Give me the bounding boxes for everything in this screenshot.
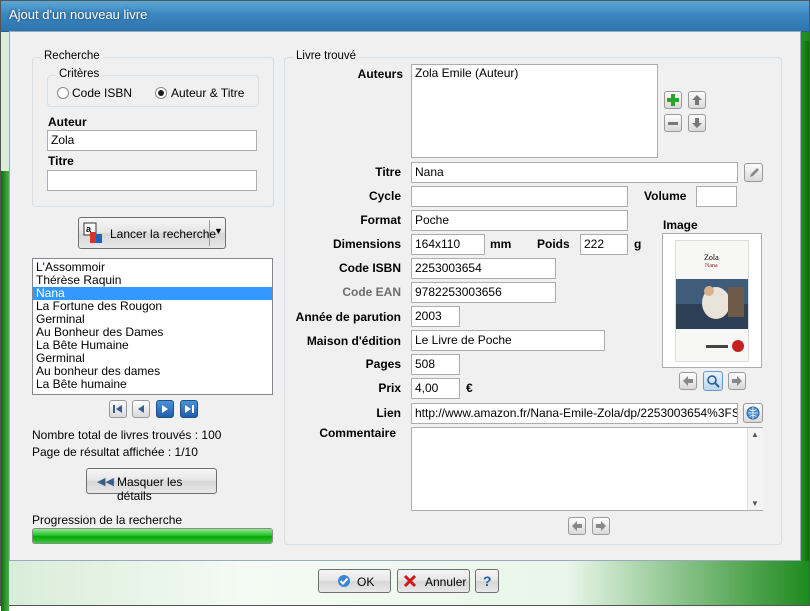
window-title: Ajout d'un nouveau livre: [9, 7, 148, 22]
next-page-icon[interactable]: [156, 400, 174, 418]
double-arrow-left-icon: ◀◀: [97, 476, 114, 488]
search-author-input[interactable]: Zola: [47, 130, 257, 151]
cancel-label: Annuler: [425, 575, 467, 589]
pages-label: Pages: [365, 357, 401, 371]
author-title-radio[interactable]: [155, 87, 167, 99]
link-label: Lien: [376, 406, 401, 420]
dimensions-input[interactable]: 164x110: [411, 234, 485, 255]
price-input[interactable]: 4,00: [411, 378, 460, 399]
move-author-down-icon[interactable]: [688, 114, 706, 132]
comment-label: Commentaire: [319, 426, 396, 440]
page-indicator-text: Page de résultat affichée : 1/10: [32, 445, 198, 459]
amazon-search-icon: a: [83, 222, 103, 244]
results-list[interactable]: L'Assommoir Thérèse Raquin Nana La Fortune …: [32, 258, 273, 395]
volume-label: Volume: [644, 189, 687, 203]
format-label: Format: [360, 213, 401, 227]
author-list-item[interactable]: Zola Emile (Auteur): [412, 67, 657, 80]
scroll-up-icon[interactable]: ▲: [751, 430, 759, 439]
hide-details-button[interactable]: ◀◀ Masquer les détails: [86, 468, 217, 503]
isbn-radio-label[interactable]: Code ISBN: [72, 86, 132, 100]
price-label: Prix: [378, 381, 401, 395]
year-label: Année de parution: [295, 310, 401, 324]
previous-page-icon[interactable]: [132, 400, 150, 418]
comment-previous-icon[interactable]: [568, 517, 586, 535]
ok-check-icon: [337, 574, 351, 591]
cancel-x-icon: [403, 574, 417, 591]
price-currency: €: [466, 381, 473, 395]
cover-title-text: Nana: [705, 263, 718, 269]
image-previous-icon[interactable]: [679, 372, 697, 390]
scroll-down-icon[interactable]: ▼: [751, 499, 759, 508]
search-title-label: Titre: [48, 154, 74, 168]
pages-input[interactable]: 508: [411, 354, 460, 375]
image-label: Image: [663, 218, 698, 232]
year-input[interactable]: 2003: [411, 306, 460, 327]
comment-textarea[interactable]: [411, 427, 763, 511]
launch-search-label: Lancer la recherche: [110, 227, 217, 241]
help-question-icon: ?: [483, 573, 492, 589]
title-bar[interactable]: Ajout d'un nouveau livre: [1, 1, 809, 32]
result-list-item[interactable]: La Bête humaine: [33, 378, 272, 391]
add-author-icon[interactable]: [664, 91, 682, 109]
dropdown-arrow-icon[interactable]: ▼: [214, 226, 223, 236]
search-group-label: Recherche: [41, 50, 103, 62]
cover-painting: [676, 279, 748, 329]
remove-author-icon[interactable]: [664, 114, 682, 132]
weight-input[interactable]: 222: [580, 234, 628, 255]
search-author-label: Auteur: [48, 115, 87, 129]
ok-label: OK: [357, 575, 375, 589]
cycle-input[interactable]: [411, 186, 628, 207]
found-book-group-label: Livre trouvé: [293, 50, 360, 62]
weight-unit: g: [634, 237, 642, 251]
first-page-icon[interactable]: [109, 400, 127, 418]
authors-label: Auteurs: [357, 67, 403, 81]
cover-author-text: Zola: [704, 253, 719, 262]
volume-input[interactable]: [696, 186, 737, 207]
book-cover-image: Zola Nana: [675, 240, 749, 362]
help-button[interactable]: ?: [475, 569, 499, 593]
dimensions-label: Dimensions: [332, 237, 401, 251]
title-label: Titre: [375, 165, 401, 179]
zoom-image-icon[interactable]: [703, 371, 723, 391]
cancel-button[interactable]: Annuler: [397, 569, 470, 593]
search-title-input[interactable]: [47, 170, 257, 191]
open-link-icon[interactable]: [743, 403, 763, 423]
last-page-icon[interactable]: [180, 400, 198, 418]
progress-label: Progression de la recherche: [32, 513, 183, 527]
progress-fill: [33, 529, 272, 543]
criteria-group-label: Critères: [56, 68, 103, 80]
move-author-up-icon[interactable]: [688, 91, 706, 109]
result-list-item[interactable]: Thérèse Raquin: [33, 274, 272, 287]
total-books-text: Nombre total de livres trouvés : 100: [32, 428, 222, 442]
link-input[interactable]: http://www.amazon.fr/Nana-Emile-Zola/dp/…: [411, 403, 738, 424]
search-progress-bar: [32, 528, 273, 544]
format-input[interactable]: Poche: [411, 210, 628, 231]
comment-next-icon[interactable]: [592, 517, 610, 535]
isbn-radio[interactable]: [57, 87, 69, 99]
launch-search-button[interactable]: a Lancer la recherche ▼: [78, 217, 226, 249]
publisher-input[interactable]: Le Livre de Poche: [411, 330, 605, 351]
book-cover-frame: Zola Nana: [662, 233, 762, 368]
weight-label: Poids: [537, 237, 570, 251]
dialog-window: Ajout d'un nouveau livre Recherche Critè…: [0, 0, 810, 611]
title-input[interactable]: Nana: [411, 162, 738, 183]
publisher-label: Maison d'édition: [306, 334, 401, 348]
isbn-input[interactable]: 2253003654: [411, 258, 556, 279]
comment-scrollbar[interactable]: ▲ ▼: [747, 428, 763, 510]
hide-details-label: Masquer les détails: [117, 475, 183, 503]
ean-label: Code EAN: [342, 285, 401, 299]
author-title-radio-label[interactable]: Auteur & Titre: [171, 86, 244, 100]
image-next-icon[interactable]: [728, 372, 746, 390]
cycle-label: Cycle: [368, 189, 401, 203]
dimensions-unit: mm: [490, 237, 512, 251]
ok-button[interactable]: OK: [318, 569, 391, 593]
background-decoration-left: [1, 171, 9, 611]
ean-input[interactable]: 9782253003656: [411, 282, 556, 303]
isbn-label: Code ISBN: [338, 261, 401, 275]
authors-list[interactable]: Zola Emile (Auteur): [411, 64, 658, 158]
edit-title-icon[interactable]: [744, 163, 763, 182]
